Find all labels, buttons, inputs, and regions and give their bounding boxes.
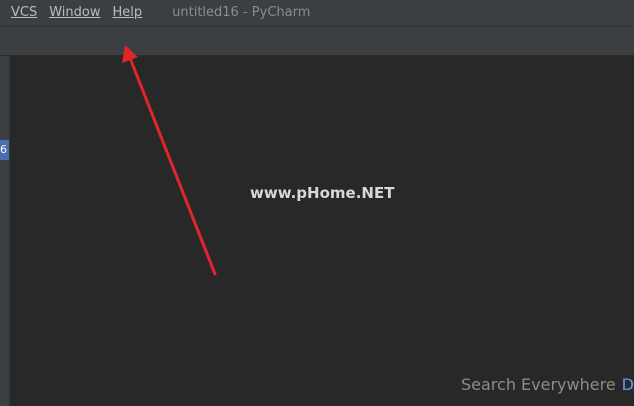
search-hint-label: Search Everywhere (461, 375, 616, 394)
strip-marker (0, 64, 4, 70)
window-title: untitled16 - PyCharm (172, 5, 311, 20)
tool-window-strip: 6 (0, 56, 10, 406)
pycharm-window: VCS Window Help untitled16 - PyCharm 6 w… (0, 0, 634, 406)
menu-help[interactable]: Help (107, 0, 149, 26)
menu-help-mnemonic: Help (112, 5, 143, 20)
project-tool-tab[interactable]: 6 (0, 140, 9, 160)
menu-vcs-mnemonic: VCS (11, 5, 38, 20)
search-everywhere-hint: Search Everywhere Do (461, 375, 634, 394)
toolbar (0, 27, 634, 56)
editor-empty-area[interactable] (10, 56, 634, 406)
menu-vcs[interactable]: VCS (0, 0, 43, 26)
menu-window[interactable]: Window (43, 0, 106, 26)
menu-bar: VCS Window Help untitled16 - PyCharm (0, 0, 634, 27)
search-hint-shortcut: Do (621, 375, 634, 394)
watermark-text: www.pHome.NET (250, 184, 395, 202)
menu-window-mnemonic: Window (49, 5, 101, 20)
